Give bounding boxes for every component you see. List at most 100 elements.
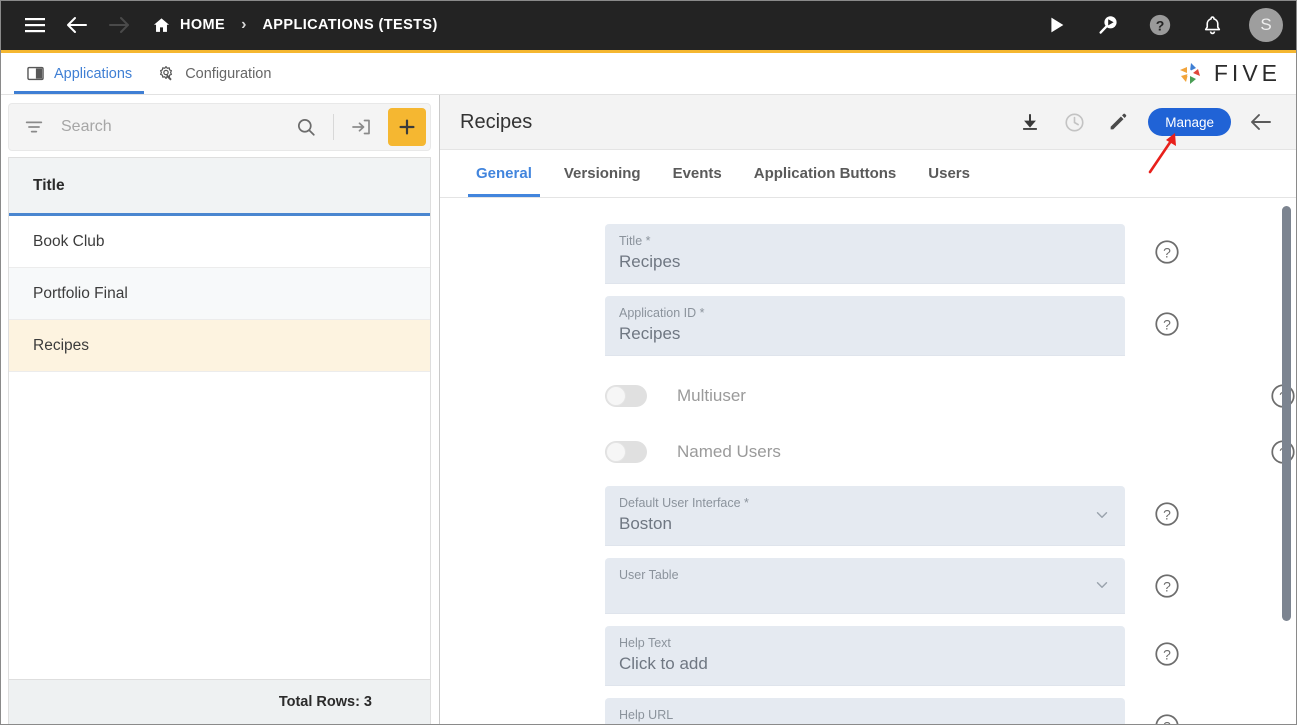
svg-text:?: ? <box>1163 316 1171 332</box>
help-text-label: Help Text <box>619 636 671 650</box>
tab-general[interactable]: General <box>460 150 548 197</box>
chevron-down-icon[interactable] <box>1093 505 1111 528</box>
tab-applications[interactable]: Applications <box>14 53 145 94</box>
add-application-button[interactable] <box>388 108 426 146</box>
top-navigation-bar: HOME › APPLICATIONS (TESTS) ? S <box>0 0 1297 53</box>
import-icon[interactable] <box>344 115 378 139</box>
named-users-toggle[interactable] <box>605 441 647 463</box>
search-icon[interactable] <box>289 116 323 138</box>
field-row-default-user-interface: Default User Interface * Boston ? <box>440 486 1297 546</box>
history-icon[interactable] <box>1052 100 1096 144</box>
title-field-value: Recipes <box>619 252 681 271</box>
five-logo: FIVE <box>1176 60 1281 88</box>
applications-icon <box>27 66 44 81</box>
search-input[interactable] <box>53 118 285 136</box>
help-url-label: Help URL <box>619 708 674 722</box>
scrollbar-thumb[interactable] <box>1282 206 1291 621</box>
toggle-knob <box>606 386 626 406</box>
play-icon[interactable] <box>1035 4 1077 46</box>
back-arrow-icon[interactable] <box>56 4 98 46</box>
svg-text:?: ? <box>1163 244 1171 260</box>
tab-application-buttons[interactable]: Application Buttons <box>738 150 913 197</box>
table-row-selected[interactable]: Recipes <box>9 320 430 372</box>
tab-events[interactable]: Events <box>657 150 738 197</box>
title-field-label: Title * <box>619 234 651 248</box>
detail-header: Recipes Manage <box>440 95 1297 150</box>
help-circle-icon[interactable]: ? <box>1153 500 1181 528</box>
forward-arrow-icon[interactable] <box>98 4 140 46</box>
breadcrumb-current: APPLICATIONS (TESTS) <box>262 17 438 33</box>
help-text-field[interactable]: Help Text Click to add <box>605 626 1125 686</box>
tab-configuration[interactable]: Configuration <box>144 53 283 94</box>
svg-text:?: ? <box>1163 578 1171 594</box>
gear-wrench-icon <box>160 65 173 80</box>
home-icon <box>153 17 170 32</box>
title-field[interactable]: Title * Recipes <box>605 224 1125 284</box>
tab-application-buttons-label: Application Buttons <box>753 165 897 182</box>
help-circle-icon[interactable]: ? <box>1153 640 1181 668</box>
application-id-field-label: Application ID * <box>619 306 705 320</box>
edit-icon[interactable] <box>1096 100 1140 144</box>
help-circle-icon[interactable]: ? <box>1153 572 1181 600</box>
user-table-select[interactable]: User Table <box>605 558 1125 614</box>
avatar-initial: S <box>1260 15 1272 34</box>
topbar-actions: ? S <box>1035 4 1283 46</box>
help-circle-icon[interactable]: ? <box>1153 310 1181 338</box>
help-circle-icon[interactable]: ? <box>1153 712 1181 725</box>
field-row-help-url: Help URL ? <box>440 698 1297 725</box>
bell-icon[interactable] <box>1191 4 1233 46</box>
vertical-scrollbar[interactable] <box>1282 206 1291 717</box>
tab-users-label: Users <box>928 165 970 182</box>
tab-configuration-label: Configuration <box>185 65 272 82</box>
grid-rows: Book Club Portfolio Final Recipes <box>9 216 430 679</box>
field-row-application-id: Application ID * Recipes ? <box>440 296 1297 356</box>
applications-grid: Title Book Club Portfolio Final Recipes … <box>8 157 431 725</box>
row-title: Portfolio Final <box>33 284 128 302</box>
multiuser-toggle[interactable] <box>605 385 647 407</box>
application-id-field-value: Recipes <box>619 324 681 343</box>
toggle-knob <box>606 442 626 462</box>
page-title: Recipes <box>460 110 533 133</box>
table-row[interactable]: Portfolio Final <box>9 268 430 320</box>
module-tab-strip: Applications Configuration FIVE <box>0 53 1297 95</box>
hamburger-icon[interactable] <box>14 4 56 46</box>
default-user-interface-select[interactable]: Default User Interface * Boston <box>605 486 1125 546</box>
detail-panel: Recipes Manage General Versioning Events… <box>440 95 1297 725</box>
default-user-interface-label: Default User Interface * <box>619 496 749 510</box>
tab-applications-label: Applications <box>54 65 133 82</box>
grid-footer: Total Rows: 3 <box>9 679 430 724</box>
breadcrumb-home[interactable]: HOME <box>152 16 225 35</box>
help-circle-icon[interactable]: ? <box>1139 4 1181 46</box>
filter-icon[interactable] <box>19 116 49 138</box>
form-scroll-area: Title * Recipes ? Application ID * Recip… <box>440 198 1297 725</box>
svg-text:?: ? <box>1156 17 1165 33</box>
download-icon[interactable] <box>1008 100 1052 144</box>
svg-text:?: ? <box>1163 718 1171 725</box>
main-body: Title Book Club Portfolio Final Recipes … <box>0 95 1297 725</box>
grid-column-title: Title <box>33 176 65 194</box>
user-avatar[interactable]: S <box>1249 8 1283 42</box>
close-panel-arrow-icon[interactable] <box>1239 100 1283 144</box>
detail-tab-bar: General Versioning Events Application Bu… <box>440 150 1297 198</box>
svg-text:?: ? <box>1163 506 1171 522</box>
toolbar-divider <box>333 114 334 140</box>
chevron-down-icon[interactable] <box>1093 575 1111 598</box>
general-form: Title * Recipes ? Application ID * Recip… <box>440 198 1297 725</box>
tab-versioning[interactable]: Versioning <box>548 150 657 197</box>
breadcrumb-home-label: HOME <box>180 17 226 33</box>
svg-text:?: ? <box>1163 646 1171 662</box>
tab-general-label: General <box>476 165 532 182</box>
tab-versioning-label: Versioning <box>563 165 641 182</box>
table-row[interactable]: Book Club <box>9 216 430 268</box>
default-user-interface-value: Boston <box>619 514 672 533</box>
user-table-label: User Table <box>619 568 679 582</box>
named-users-label: Named Users <box>677 442 781 461</box>
help-text-value: Click to add <box>619 654 708 673</box>
user-table-value <box>619 583 1111 609</box>
help-circle-icon[interactable]: ? <box>1153 238 1181 266</box>
search-play-icon[interactable] <box>1087 4 1129 46</box>
application-id-field[interactable]: Application ID * Recipes <box>605 296 1125 356</box>
tab-users[interactable]: Users <box>912 150 986 197</box>
help-url-field[interactable]: Help URL <box>605 698 1125 725</box>
manage-button[interactable]: Manage <box>1148 108 1231 136</box>
